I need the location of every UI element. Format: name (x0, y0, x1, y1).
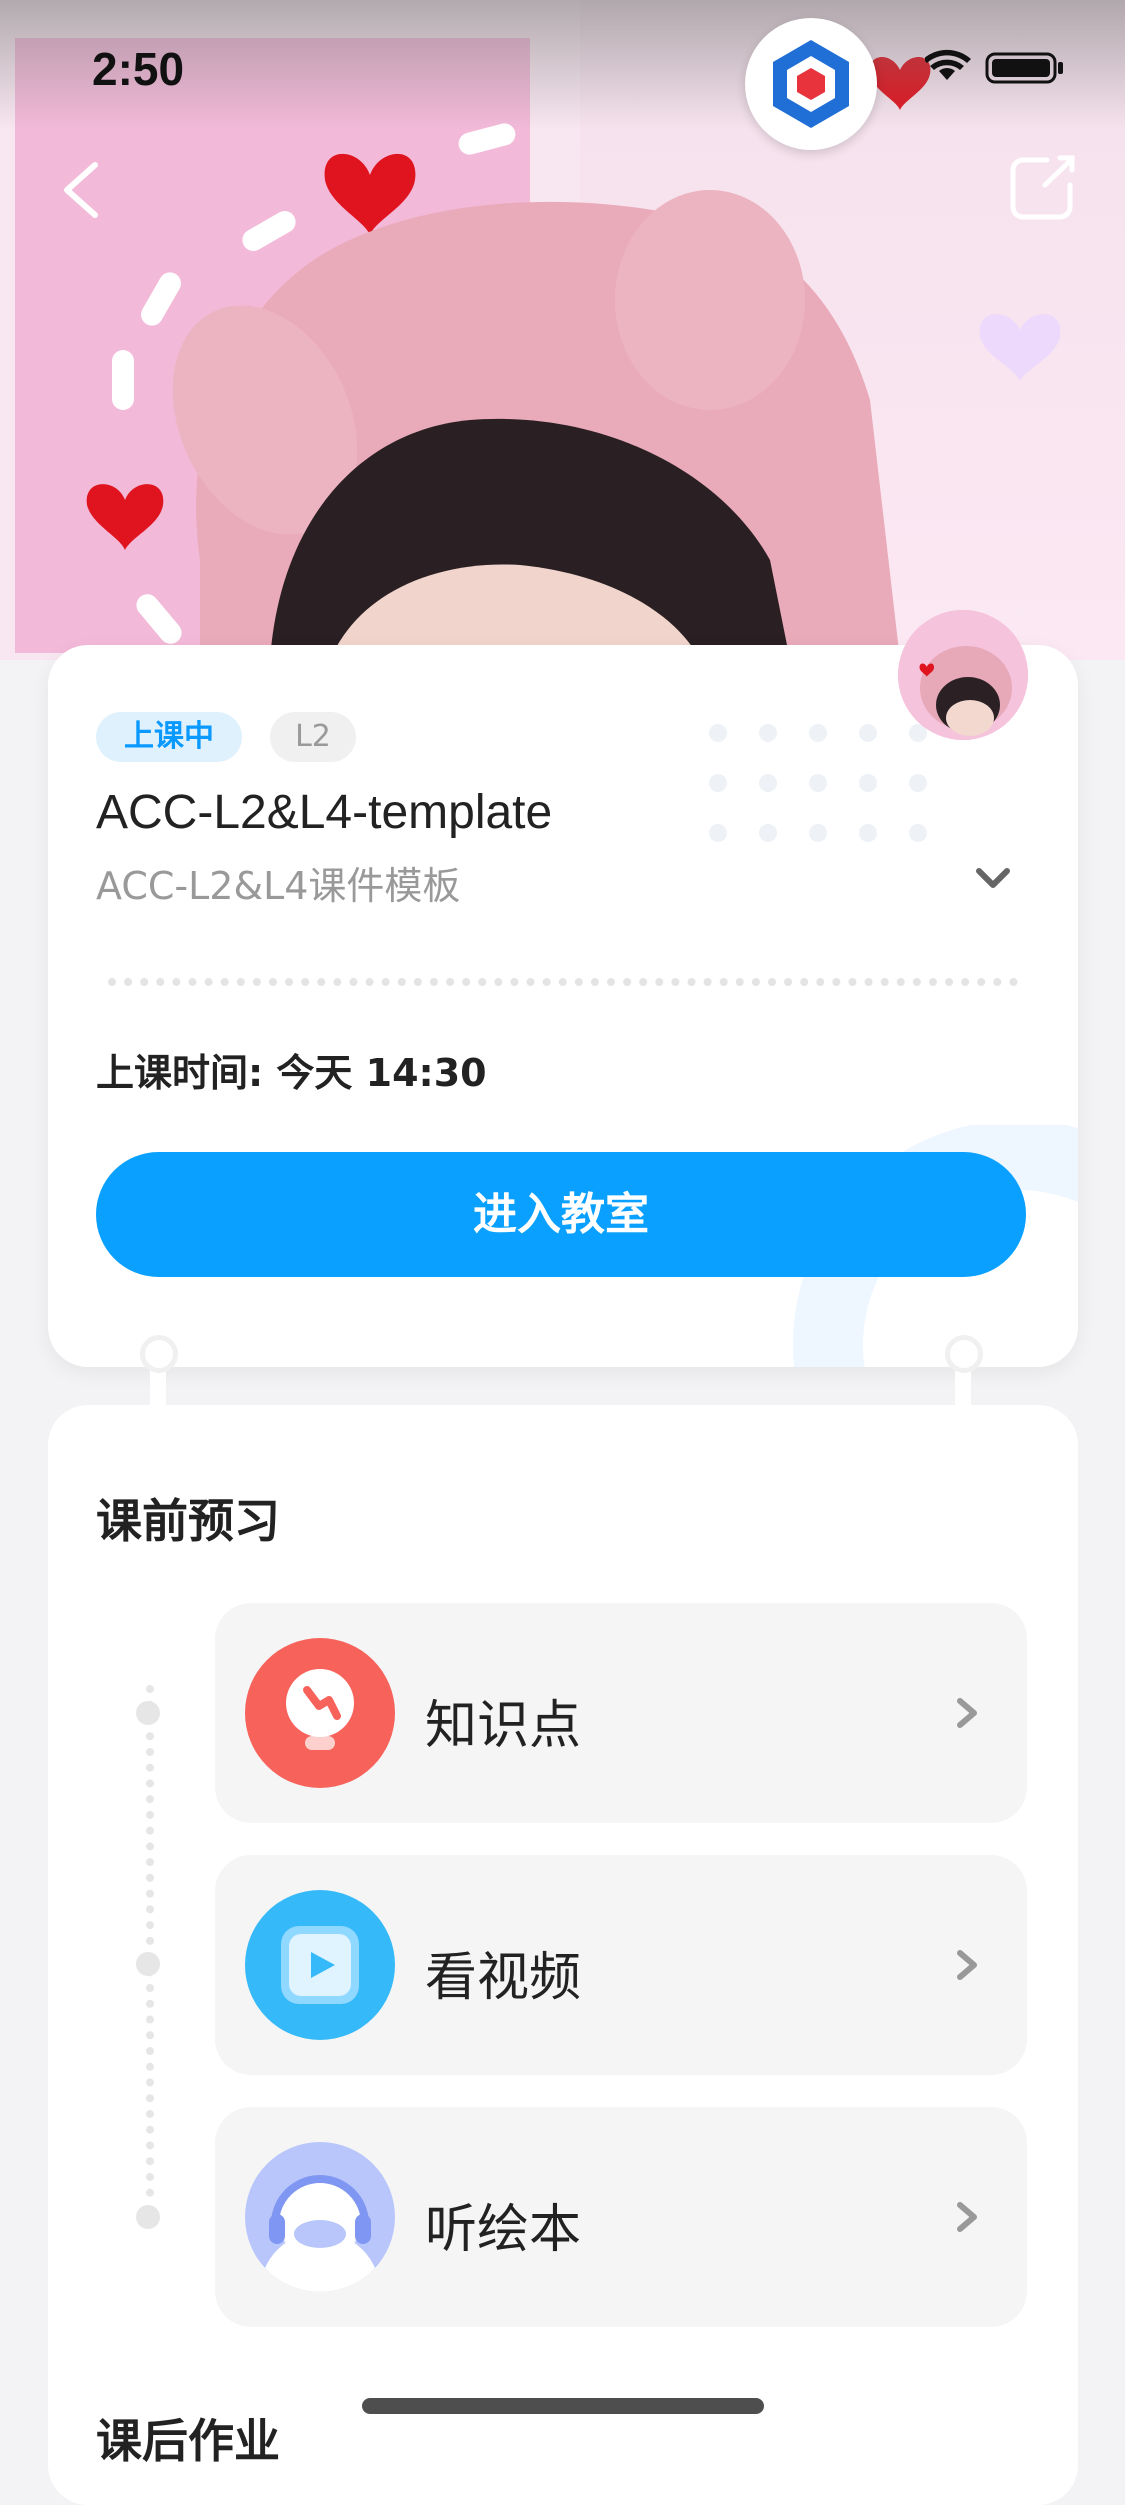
chevron-right-icon (957, 2202, 977, 2232)
hexagon-logo-icon[interactable] (745, 18, 877, 150)
item-label: 知识点 (425, 1696, 582, 1756)
video-play-icon (245, 1890, 395, 2040)
chevron-left-icon[interactable] (55, 155, 115, 225)
chevron-down-icon[interactable] (973, 863, 1013, 893)
chevron-right-icon (957, 1698, 977, 1728)
item-label: 看视频 (425, 1948, 582, 2008)
divider (108, 978, 1018, 986)
live-status-badge: 上课中 (96, 712, 242, 762)
headphones-icon (245, 2142, 395, 2292)
section-title-preview: 课前预习 (96, 1494, 280, 1548)
list-item-knowledge[interactable]: 知识点 (215, 1603, 1027, 1823)
timeline (146, 1685, 154, 2197)
course-title: ACC-L2&L4-template (96, 786, 553, 839)
teacher-avatar[interactable] (898, 610, 1028, 740)
class-time: 上课时间: 今天 14:30 (96, 1051, 487, 1095)
lightbulb-icon (245, 1638, 395, 1788)
status-time: 2:50 (92, 43, 185, 95)
preview-card: 课前预习 知识点 看视频 听绘本 课后作业 (48, 1405, 1078, 2505)
status-icons (925, 49, 1063, 84)
list-item-video[interactable]: 看视频 (215, 1855, 1027, 2075)
share-icon[interactable] (1005, 150, 1080, 225)
list-item-picture-book[interactable]: 听绘本 (215, 2107, 1027, 2327)
course-subtitle: ACC-L2&L4课件模板 (96, 864, 461, 908)
level-badge: L2 (270, 712, 356, 762)
chevron-right-icon (957, 1950, 977, 1980)
section-title-homework: 课后作业 (96, 2414, 280, 2468)
course-info-card: 上课中 L2 ACC-L2&L4-template ACC-L2&L4课件模板 … (48, 645, 1078, 1367)
home-indicator[interactable] (362, 2398, 764, 2414)
enter-classroom-button[interactable]: 进入教室 (96, 1152, 1026, 1277)
item-label: 听绘本 (425, 2200, 582, 2260)
